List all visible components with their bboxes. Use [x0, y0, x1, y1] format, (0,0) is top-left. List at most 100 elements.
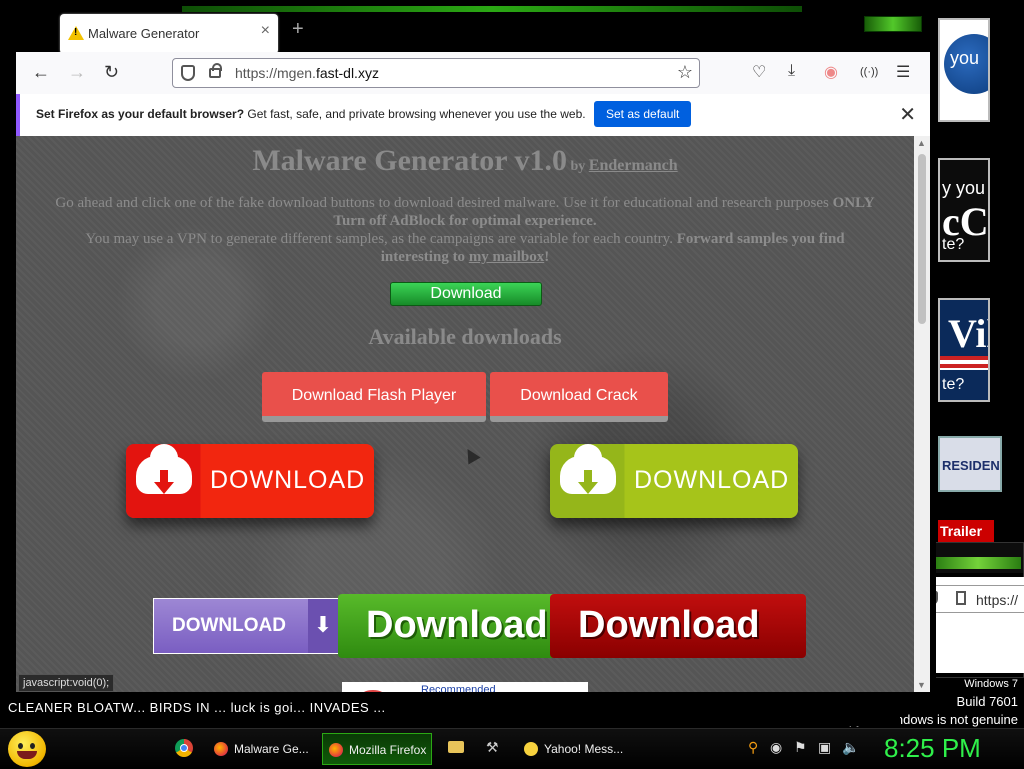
taskbar-item-mozilla-firefox[interactable]: Mozilla Firefox	[322, 733, 432, 765]
download-flash-player-button[interactable]: Download Flash Player	[262, 372, 486, 422]
close-notification-icon[interactable]: ✕	[899, 102, 916, 127]
shield-icon[interactable]	[181, 65, 195, 81]
clock[interactable]: 8:25 PM	[884, 733, 981, 764]
notification-text: Set Firefox as your default browser? Get…	[36, 107, 586, 121]
windows-build: Build 7601	[956, 694, 1018, 709]
network-icon[interactable]: ▣	[818, 739, 831, 756]
notification-bold: Set Firefox as your default browser?	[36, 107, 245, 121]
lock-icon[interactable]	[209, 63, 222, 78]
thumbnail-text: RESIDENT	[942, 458, 1002, 473]
desc-bold: interesting to	[380, 249, 469, 265]
menu-icon[interactable]: ☰	[896, 62, 910, 82]
flag-stripes	[940, 356, 988, 370]
desktop-thumbnail-5[interactable]: Trailer	[938, 520, 994, 542]
description-line-1: Go ahead and click one of the fake downl…	[22, 194, 908, 212]
recommended-ad[interactable]: Recommended	[342, 682, 588, 692]
page-title: Malware Generator v1.0 by Endermanch	[16, 144, 914, 178]
taskbar: Malware Ge... Mozilla Firefox ⚒ Yahoo! M…	[0, 728, 1024, 769]
tools-icon[interactable]: ⚒	[486, 739, 504, 757]
thumbnail-text: te?	[942, 236, 965, 253]
window-controls[interactable]	[935, 557, 1021, 569]
taskbar-label: Yahoo! Mess...	[544, 742, 624, 756]
new-tab-button[interactable]: +	[292, 18, 304, 41]
lime-download-button[interactable]: DOWNLOAD	[550, 444, 798, 518]
button-label: DOWNLOAD	[172, 615, 286, 636]
back-icon[interactable]: ←	[32, 62, 50, 83]
volume-icon[interactable]: 🔈	[842, 739, 859, 756]
pocket-icon[interactable]: ♡	[752, 62, 766, 82]
down-arrow-icon: ⬇	[308, 599, 338, 653]
scrollbar-thumb[interactable]	[918, 154, 926, 324]
download-crack-button[interactable]: Download Crack	[490, 372, 668, 422]
firefox-icon	[329, 743, 343, 757]
account-icon[interactable]: ◉	[824, 62, 838, 82]
page-icon	[956, 591, 966, 605]
vertical-scrollbar[interactable]: ▲ ▼	[914, 136, 930, 692]
web-page: Malware Generator v1.0 by Endermanch Go …	[16, 136, 914, 692]
darkred-download-button[interactable]: Download	[550, 594, 806, 658]
desktop-thumbnail-1[interactable]: you	[938, 18, 990, 122]
folder-icon[interactable]	[448, 741, 464, 753]
status-bar: javascript:void(0);	[18, 674, 115, 692]
desktop-thumbnail-2[interactable]: y you cC te?	[938, 158, 990, 262]
firefox-icon	[214, 742, 228, 756]
default-browser-notification: Set Firefox as your default browser? Get…	[16, 94, 930, 136]
messenger-tray-icon[interactable]: ◉	[770, 739, 782, 756]
button-label: Download	[366, 604, 548, 646]
desc-bold: !	[544, 249, 550, 265]
url-domain: fast-dl.xyz	[315, 65, 379, 81]
reload-icon[interactable]: ↻	[104, 62, 119, 83]
campaign-badge: you	[944, 34, 988, 94]
set-as-default-button[interactable]: Set as default	[594, 101, 692, 127]
yahoo-icon	[524, 742, 538, 756]
title-text: Malware Generator v1.0	[252, 144, 567, 177]
desktop-thumbnail-3[interactable]: Vill te?	[938, 298, 990, 402]
scroll-down-icon[interactable]: ▼	[917, 680, 926, 690]
available-downloads-heading: Available downloads	[368, 324, 562, 349]
thumbnail-text: Vill	[948, 311, 988, 356]
forward-icon[interactable]: →	[68, 62, 86, 83]
red-download-button[interactable]: DOWNLOAD	[126, 444, 374, 518]
mailbox-link[interactable]: my mailbox	[469, 249, 544, 265]
description-line-3: You may use a VPN to generate different …	[22, 230, 908, 248]
news-ticker: CLEANER BLOATW... BIRDS IN ... luck is g…	[0, 698, 900, 726]
download-button[interactable]: Download	[390, 282, 542, 306]
taskbar-item-malware-generator[interactable]: Malware Ge...	[208, 733, 316, 765]
url-bar[interactable]: https://mgen.fast-dl.xyz ☆	[172, 58, 700, 88]
byline: by Endermanch	[567, 157, 678, 174]
warning-icon	[68, 26, 84, 40]
downloads-icon[interactable]: ⤓	[788, 62, 795, 80]
mouse-cursor-icon	[461, 445, 481, 465]
url-text[interactable]: https://mgen.fast-dl.xyz	[235, 65, 379, 81]
ad-image	[360, 690, 386, 692]
description-line-2: Turn off AdBlock for optimal experience.	[333, 213, 597, 229]
scroll-up-icon[interactable]: ▲	[917, 138, 926, 148]
thumbnail-text: te?	[942, 376, 965, 393]
extension-icon[interactable]: ((·))	[860, 66, 878, 78]
bookmark-star-icon[interactable]: ☆	[677, 62, 693, 83]
cloud-download-icon	[126, 444, 202, 518]
ticker-text: CLEANER BLOATW... BIRDS IN ... luck is g…	[8, 700, 386, 715]
chrome-icon[interactable]	[175, 739, 193, 757]
thumbnail-text: y you	[942, 178, 986, 198]
desc-text: Go ahead and click one of the fake downl…	[55, 195, 833, 211]
windows-version: Windows 7	[964, 678, 1018, 690]
action-center-flag-icon[interactable]: ⚑	[794, 739, 807, 756]
taskbar-label: Mozilla Firefox	[349, 743, 427, 757]
by-text: by	[570, 159, 586, 174]
window-border-accent	[182, 6, 802, 12]
close-tab-icon[interactable]: ×	[261, 22, 270, 40]
taskbar-item-yahoo-messenger[interactable]: Yahoo! Mess...	[518, 733, 628, 765]
search-icon[interactable]: ⚲	[748, 739, 758, 756]
navigation-toolbar: ← → ↻ https://mgen.fast-dl.xyz ☆ ♡ ⤓ ◉ (…	[16, 52, 930, 94]
tab-malware-generator[interactable]: Malware Generator ×	[60, 14, 278, 54]
window-controls[interactable]	[864, 16, 922, 32]
purple-download-button[interactable]: DOWNLOAD ⬇	[153, 598, 339, 654]
taskbar-label: Malware Ge...	[234, 742, 309, 756]
green-download-button[interactable]: Download	[338, 594, 568, 658]
start-button-smiley-icon[interactable]	[8, 731, 46, 767]
author-link[interactable]: Endermanch	[589, 157, 678, 174]
cloud-download-icon	[550, 444, 626, 518]
url-text: https://	[976, 592, 1019, 608]
desktop-thumbnail-4[interactable]: RESIDENT	[938, 436, 1002, 492]
